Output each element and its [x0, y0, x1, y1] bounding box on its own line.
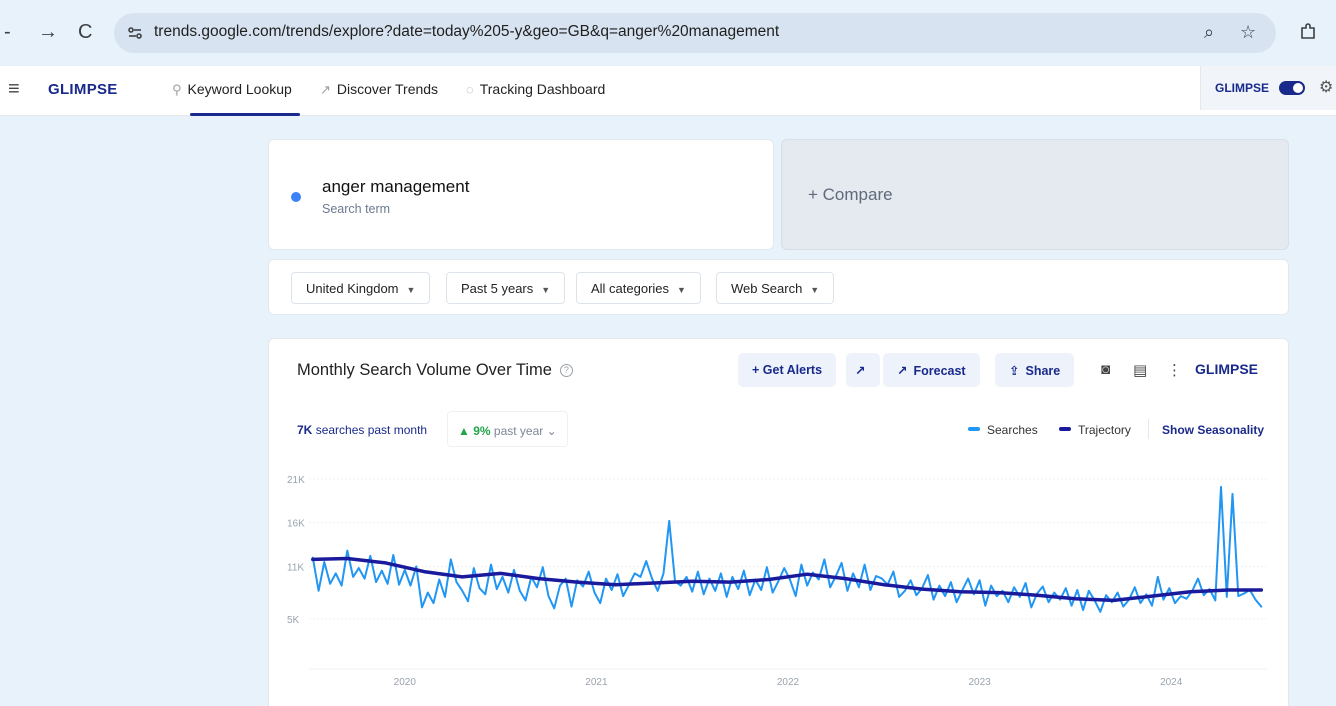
camera-icon[interactable]: ◙ — [1101, 361, 1110, 378]
chart-brand-logo: GLIMPSE — [1195, 361, 1259, 377]
legend-swatch — [968, 427, 980, 431]
chart-title: Monthly Search Volume Over Time? — [297, 361, 573, 380]
compare-button[interactable]: + Compare — [808, 185, 893, 205]
nav-keyword-lookup[interactable]: ⚲ Keyword Lookup — [172, 81, 292, 98]
filter-search-type[interactable]: Web Search ▼ — [716, 272, 835, 304]
url-text[interactable]: trends.google.com/trends/explore?date=to… — [154, 23, 779, 41]
show-seasonality-link[interactable]: Show Seasonality — [1162, 423, 1264, 437]
yoy-change[interactable]: ▲ 9% past year ⌄ — [447, 411, 568, 447]
compare-card[interactable]: + Compare — [781, 139, 1289, 250]
series-color-dot — [291, 192, 301, 202]
bookmark-star-icon[interactable]: ☆ — [1240, 22, 1256, 43]
extensions-icon[interactable] — [1298, 22, 1318, 42]
tracking-icon: ◌ — [466, 82, 474, 97]
y-tick-label: 16K — [287, 519, 305, 530]
trend-icon: ↗ — [320, 82, 331, 97]
legend-trajectory[interactable]: Trajectory — [1059, 423, 1131, 437]
hamburger-menu-icon[interactable]: ≡ — [8, 78, 20, 101]
reload-icon[interactable]: C — [78, 20, 92, 44]
y-tick-label: 21K — [287, 475, 305, 486]
get-alerts-button[interactable]: + Get Alerts — [738, 353, 837, 387]
legend-searches[interactable]: Searches — [968, 423, 1038, 437]
chart-card: Monthly Search Volume Over Time? + Get A… — [268, 338, 1289, 706]
share-button[interactable]: ⇪ Share — [995, 353, 1075, 387]
search-term-card[interactable]: anger management Search term — [268, 139, 774, 250]
brand-logo[interactable]: GLIMPSE — [48, 81, 118, 98]
search-icon: ⚲ — [172, 82, 182, 97]
site-settings-icon[interactable] — [126, 24, 144, 42]
x-tick-label: 2023 — [968, 677, 991, 688]
external-link-icon: ↗ — [855, 364, 866, 378]
extension-panel: GLIMPSE ⚙ — [1200, 66, 1336, 110]
export-sheet-icon[interactable]: ▤ — [1133, 361, 1147, 379]
searches-past-month: 7K searches past month — [297, 423, 428, 437]
dropdown-caret-icon: ▼ — [406, 285, 416, 295]
y-tick-label: 11K — [287, 562, 304, 573]
search-term-subtitle: Search term — [322, 202, 391, 216]
search-term-title: anger management — [322, 177, 470, 196]
dropdown-caret-icon: ▼ — [541, 285, 551, 295]
x-tick-label: 2020 — [394, 677, 417, 688]
browser-toolbar: - → C trends.google.com/trends/explore?d… — [0, 0, 1336, 66]
help-icon[interactable]: ? — [559, 364, 573, 377]
more-options-icon[interactable]: ⋮ — [1167, 361, 1182, 379]
app-header: ≡ GLIMPSE ⚲ Keyword Lookup ↗ Discover Tren… — [0, 66, 1336, 116]
extension-toggle[interactable] — [1279, 81, 1305, 95]
address-bar[interactable]: trends.google.com/trends/explore?date=to… — [114, 13, 1276, 53]
settings-gear-icon[interactable]: ⚙ — [1319, 77, 1333, 97]
extension-logo: GLIMPSE — [1215, 81, 1270, 95]
filter-time-range[interactable]: Past 5 years ▼ — [446, 272, 566, 304]
share-icon: ⇪ — [1009, 364, 1020, 378]
forward-icon[interactable]: → — [38, 20, 58, 44]
x-tick-label: 2021 — [585, 677, 608, 688]
searches-series-line[interactable] — [311, 485, 1263, 613]
chevron-down-icon: ⌄ — [546, 424, 557, 438]
nav-discover-trends[interactable]: ↗ Discover Trends — [320, 81, 438, 98]
forecast-icon: ↗ — [897, 364, 908, 378]
x-tick-label: 2022 — [777, 677, 800, 688]
zoom-icon[interactable]: ⌕ — [1204, 22, 1214, 43]
trend-up-icon: ▲ — [458, 424, 474, 438]
y-tick-label: 5K — [287, 615, 300, 626]
legend-divider — [1148, 419, 1149, 439]
dropdown-caret-icon: ▼ — [810, 285, 820, 295]
active-tab-indicator — [190, 113, 300, 116]
nav-tracking-dashboard[interactable]: ◌ Tracking Dashboard — [466, 81, 605, 97]
dropdown-caret-icon: ▼ — [677, 285, 686, 295]
back-icon[interactable]: - — [4, 20, 11, 44]
filter-category[interactable]: All categories ▼ — [576, 272, 701, 304]
legend-swatch — [1059, 427, 1071, 431]
external-link-button[interactable]: ↗ — [846, 353, 880, 387]
filter-bar: United Kingdom ▼ Past 5 years ▼ All catego… — [268, 259, 1289, 315]
filter-region[interactable]: United Kingdom ▼ — [291, 272, 431, 304]
x-tick-label: 2024 — [1160, 677, 1183, 688]
forecast-button[interactable]: ↗ Forecast — [883, 353, 980, 387]
chart-plot: 5K 11K 16K 21K 2020 2021 2022 2023 2024 — [287, 475, 1267, 688]
